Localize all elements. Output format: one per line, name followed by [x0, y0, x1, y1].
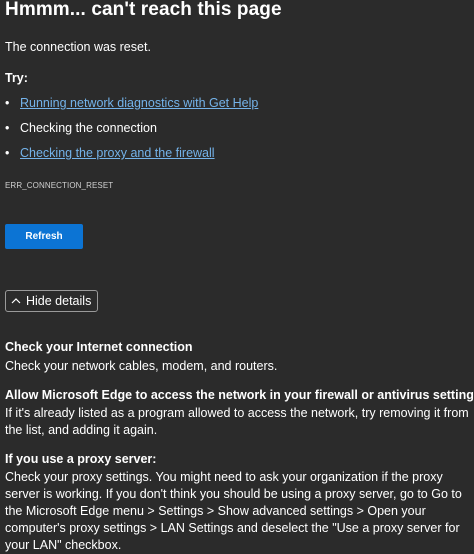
network-diagnostics-link[interactable]: Running network diagnostics with Get Hel… — [20, 96, 258, 110]
suggestion-item-diagnostics: • Running network diagnostics with Get H… — [5, 96, 258, 121]
firewall-heading: Allow Microsoft Edge to access the netwo… — [5, 388, 474, 402]
internet-connection-text: Check your network cables, modem, and ro… — [5, 359, 278, 373]
suggestion-item-proxy: • Checking the proxy and the firewall — [5, 146, 258, 171]
bullet: • — [5, 121, 10, 135]
proxy-firewall-link[interactable]: Checking the proxy and the firewall — [20, 146, 215, 160]
suggestion-item-connection: • Checking the connection — [5, 121, 258, 146]
hide-details-label: Hide details — [26, 294, 92, 308]
bullet: • — [5, 146, 10, 160]
hide-details-button[interactable]: Hide details — [5, 290, 99, 312]
chevron-up-icon — [11, 298, 21, 304]
error-code: ERR_CONNECTION_RESET — [5, 181, 114, 190]
firewall-text: If it's already listed as a program allo… — [5, 406, 469, 437]
page-title: Hmmm... can't reach this page — [5, 0, 282, 20]
internet-connection-heading: Check your Internet connection — [5, 340, 193, 354]
check-connection-text: Checking the connection — [20, 121, 157, 135]
try-label: Try: — [5, 71, 28, 85]
error-message: The connection was reset. — [5, 40, 151, 54]
proxy-heading: If you use a proxy server: — [5, 452, 157, 466]
bullet: • — [5, 96, 10, 110]
proxy-text: Check your proxy settings. You might nee… — [5, 470, 462, 552]
refresh-button[interactable]: Refresh — [5, 224, 83, 249]
suggestion-list: • Running network diagnostics with Get H… — [5, 96, 258, 171]
